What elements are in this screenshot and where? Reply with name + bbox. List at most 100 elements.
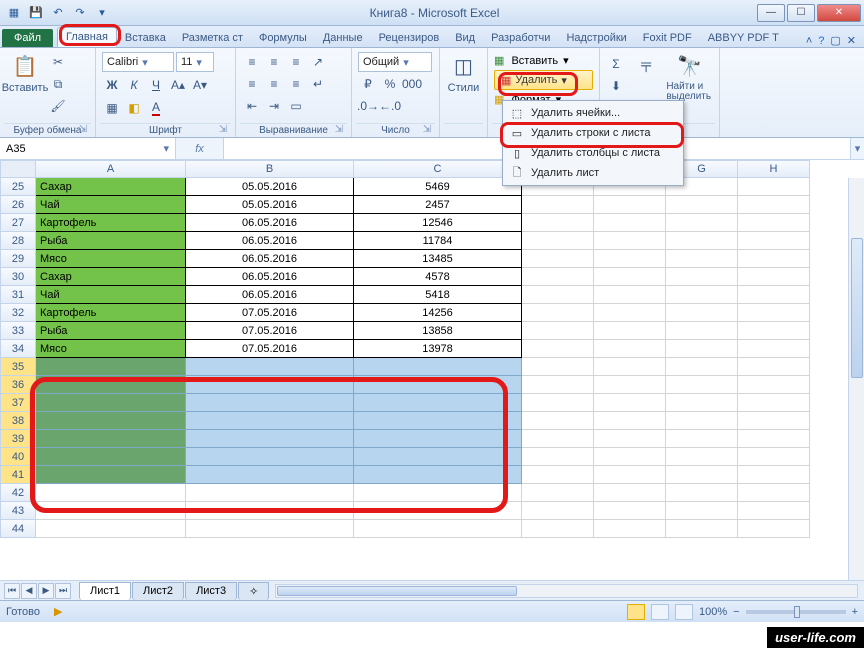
cell-D36[interactable] [522,376,594,394]
col-header-H[interactable]: H [738,160,810,178]
cell-C33[interactable]: 13858 [354,322,522,340]
insert-cells-button[interactable]: ▦ Вставить ▾ [494,54,593,67]
sheet-tab-0[interactable]: Лист1 [79,582,131,600]
cell-C35[interactable] [354,358,522,376]
decrease-indent-icon[interactable]: ⇤ [242,96,262,116]
cell-C36[interactable] [354,376,522,394]
ribbon-tab-9[interactable]: Foxit PDF [635,29,700,47]
row-header-31[interactable]: 31 [0,286,36,304]
row-header-43[interactable]: 43 [0,502,36,520]
cell-A35[interactable] [36,358,186,376]
cell-H26[interactable] [738,196,810,214]
row-header-36[interactable]: 36 [0,376,36,394]
cell-A27[interactable]: Картофель [36,214,186,232]
cell-B35[interactable] [186,358,354,376]
cell-E34[interactable] [594,340,666,358]
cell-G29[interactable] [666,250,738,268]
cell-H27[interactable] [738,214,810,232]
new-sheet-button[interactable]: ✧ [238,582,269,600]
cell-A28[interactable]: Рыба [36,232,186,250]
cell-E35[interactable] [594,358,666,376]
cell-D33[interactable] [522,322,594,340]
cell-E39[interactable] [594,430,666,448]
align-top-icon[interactable]: ≡ [242,52,262,72]
cell-B28[interactable]: 06.05.2016 [186,232,354,250]
cell-G43[interactable] [666,502,738,520]
align-middle-icon[interactable]: ≡ [264,52,284,72]
delete-cells-button[interactable]: ▦Удалить▾ [494,70,593,90]
cell-A36[interactable] [36,376,186,394]
cell-H34[interactable] [738,340,810,358]
delete-menu-item-2[interactable]: ▯Удалить столбцы с листа [505,143,681,163]
cell-B30[interactable]: 06.05.2016 [186,268,354,286]
cell-A31[interactable]: Чай [36,286,186,304]
cell-A37[interactable] [36,394,186,412]
cell-D38[interactable] [522,412,594,430]
delete-menu-item-3[interactable]: 🗋Удалить лист [505,163,681,183]
print-icon[interactable]: ▾ [92,3,112,23]
row-header-40[interactable]: 40 [0,448,36,466]
cell-E30[interactable] [594,268,666,286]
wrap-text-icon[interactable]: ↵ [308,74,328,94]
cell-D29[interactable] [522,250,594,268]
cell-D42[interactable] [522,484,594,502]
horizontal-scrollbar[interactable] [275,584,858,598]
cell-C42[interactable] [354,484,522,502]
cell-G40[interactable] [666,448,738,466]
cell-A38[interactable] [36,412,186,430]
cell-B41[interactable] [186,466,354,484]
cell-H29[interactable] [738,250,810,268]
cell-H28[interactable] [738,232,810,250]
orientation-icon[interactable]: ↗ [308,52,328,72]
next-sheet-button[interactable]: ▶ [38,583,54,599]
number-format-combo[interactable]: Общий▾ [358,52,432,72]
cell-H40[interactable] [738,448,810,466]
comma-icon[interactable]: 000 [402,74,422,94]
align-bottom-icon[interactable]: ≡ [286,52,306,72]
cell-B39[interactable] [186,430,354,448]
prev-sheet-button[interactable]: ◀ [21,583,37,599]
cell-E41[interactable] [594,466,666,484]
cell-D40[interactable] [522,448,594,466]
cell-C31[interactable]: 5418 [354,286,522,304]
increase-indent-icon[interactable]: ⇥ [264,96,284,116]
cell-A41[interactable] [36,466,186,484]
cell-D44[interactable] [522,520,594,538]
page-break-view-button[interactable] [675,604,693,620]
cell-B27[interactable]: 06.05.2016 [186,214,354,232]
cell-A25[interactable]: Сахар [36,178,186,196]
row-header-34[interactable]: 34 [0,340,36,358]
help-icon[interactable]: ? [818,35,824,47]
cell-G35[interactable] [666,358,738,376]
cell-B37[interactable] [186,394,354,412]
decrease-decimal-icon[interactable]: ←.0 [380,96,400,116]
cell-H30[interactable] [738,268,810,286]
delete-menu-item-0[interactable]: ⬚Удалить ячейки... [505,103,681,123]
percent-icon[interactable]: % [380,74,400,94]
cell-B36[interactable] [186,376,354,394]
cell-E38[interactable] [594,412,666,430]
cell-C34[interactable]: 13978 [354,340,522,358]
underline-button[interactable]: Ч [146,75,166,95]
cell-C29[interactable]: 13485 [354,250,522,268]
cell-D37[interactable] [522,394,594,412]
ribbon-options-icon[interactable]: ▢ [830,34,840,47]
first-sheet-button[interactable]: ⏮ [4,583,20,599]
cell-A32[interactable]: Картофель [36,304,186,322]
cell-C41[interactable] [354,466,522,484]
vertical-scrollbar[interactable] [848,178,864,580]
cell-A29[interactable]: Мясо [36,250,186,268]
dialog-launcher-icon[interactable]: ⇲ [217,124,229,136]
minimize-button[interactable]: — [757,4,785,22]
cell-E43[interactable] [594,502,666,520]
cell-H44[interactable] [738,520,810,538]
cell-B42[interactable] [186,484,354,502]
cell-E27[interactable] [594,214,666,232]
row-header-25[interactable]: 25 [0,178,36,196]
minimize-ribbon-icon[interactable]: ˄ [806,35,812,47]
cut-icon[interactable]: ✂ [48,52,68,72]
cell-G37[interactable] [666,394,738,412]
cell-E36[interactable] [594,376,666,394]
cell-B44[interactable] [186,520,354,538]
row-header-28[interactable]: 28 [0,232,36,250]
